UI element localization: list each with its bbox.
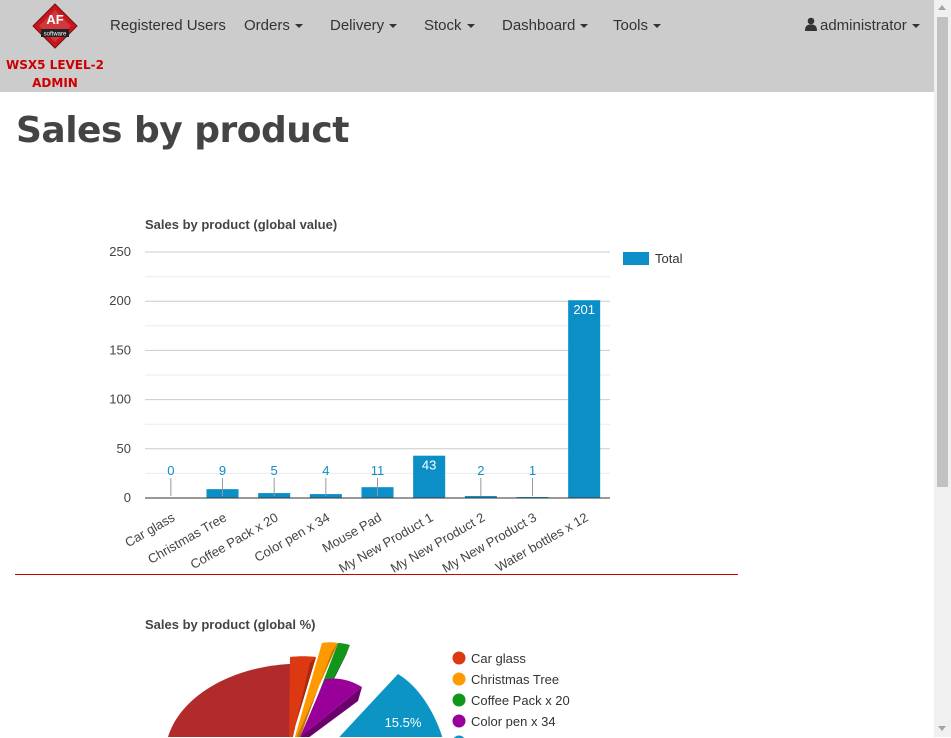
caret-down-icon <box>912 24 920 28</box>
vertical-scrollbar[interactable] <box>934 0 951 737</box>
legend-dot <box>453 673 466 686</box>
bar-value-label: 9 <box>219 463 226 478</box>
nav-registered-users[interactable]: Registered Users <box>110 17 226 34</box>
nav-stock-label: Stock <box>424 17 462 34</box>
nav-delivery[interactable]: Delivery <box>330 17 397 34</box>
caret-down-icon <box>580 24 588 28</box>
legend-dot <box>453 715 466 728</box>
legend-label: Car glass <box>471 651 526 666</box>
legend-label: Total <box>655 251 683 266</box>
nav-user-label: administrator <box>820 17 907 34</box>
bar-value-label: 5 <box>271 463 278 478</box>
pie-chart-title: Sales by product (global %) <box>145 617 315 632</box>
y-tick-label: 150 <box>109 342 131 357</box>
bar-value-label: 201 <box>573 302 595 317</box>
y-tick-label: 0 <box>124 490 131 505</box>
section-divider <box>15 574 738 575</box>
brand-line1: WSX5 LEVEL-2 <box>5 56 105 74</box>
legend-label: Christmas Tree <box>471 672 559 687</box>
svg-text:AF: AF <box>46 12 63 27</box>
bar-value-label: 43 <box>422 458 436 473</box>
svg-text:software: software <box>44 32 67 38</box>
legend-label: Coffee Pack x 20 <box>471 693 570 708</box>
pie-slice-largest[interactable] <box>168 664 290 737</box>
nav-registered-users-label: Registered Users <box>110 17 226 34</box>
legend-label: Color pen x 34 <box>471 714 556 729</box>
y-tick-label: 50 <box>117 441 131 456</box>
caret-down-icon <box>389 24 397 28</box>
nav-tools-label: Tools <box>613 17 648 34</box>
bar-value-label: 2 <box>477 463 484 478</box>
nav-dashboard[interactable]: Dashboard <box>502 17 588 34</box>
nav-user-menu[interactable]: administrator <box>805 17 920 35</box>
bar-value-label: 0 <box>167 463 174 478</box>
nav-dashboard-label: Dashboard <box>502 17 575 34</box>
legend-dot <box>453 652 466 665</box>
legend-swatch <box>623 252 649 265</box>
bar-value-label: 4 <box>322 463 329 478</box>
scroll-down-arrow-icon[interactable] <box>938 726 946 731</box>
scrollbar-thumb[interactable] <box>937 17 948 487</box>
nav-tools[interactable]: Tools <box>613 17 661 34</box>
y-tick-label: 100 <box>109 392 131 407</box>
user-icon <box>805 17 817 35</box>
x-tick-label: Coffee Pack x 20 <box>188 510 281 572</box>
caret-down-icon <box>653 24 661 28</box>
brand-logo[interactable]: AF software <box>30 2 80 50</box>
caret-down-icon <box>295 24 303 28</box>
nav-delivery-label: Delivery <box>330 17 384 34</box>
y-tick-label: 250 <box>109 244 131 259</box>
top-navbar: AF software WSX5 LEVEL-2 ADMIN Registere… <box>0 0 934 92</box>
pie-chart: 15.5% <box>140 637 740 737</box>
x-tick-label: Water bottles x 12 <box>493 510 591 575</box>
page-title: Sales by product <box>16 110 349 151</box>
pie-slice-label: 15.5% <box>385 715 422 730</box>
bar-chart: 0501001502002500Car glass9Christmas Tree… <box>100 235 800 595</box>
bar-chart-title: Sales by product (global value) <box>145 217 337 232</box>
legend-dot <box>453 694 466 707</box>
brand-name[interactable]: WSX5 LEVEL-2 ADMIN <box>5 56 105 92</box>
bar-value-label: 1 <box>529 463 536 478</box>
bar[interactable] <box>568 300 600 498</box>
brand-line2: ADMIN <box>5 74 105 92</box>
nav-stock[interactable]: Stock <box>424 17 475 34</box>
bar-value-label: 11 <box>371 463 385 478</box>
caret-down-icon <box>467 24 475 28</box>
y-tick-label: 200 <box>109 293 131 308</box>
nav-orders[interactable]: Orders <box>244 17 303 34</box>
nav-orders-label: Orders <box>244 17 290 34</box>
scroll-up-arrow-icon[interactable] <box>938 5 946 10</box>
pie-legend: Car glass Christmas Tree Coffee Pack x 20 C… <box>450 648 600 738</box>
